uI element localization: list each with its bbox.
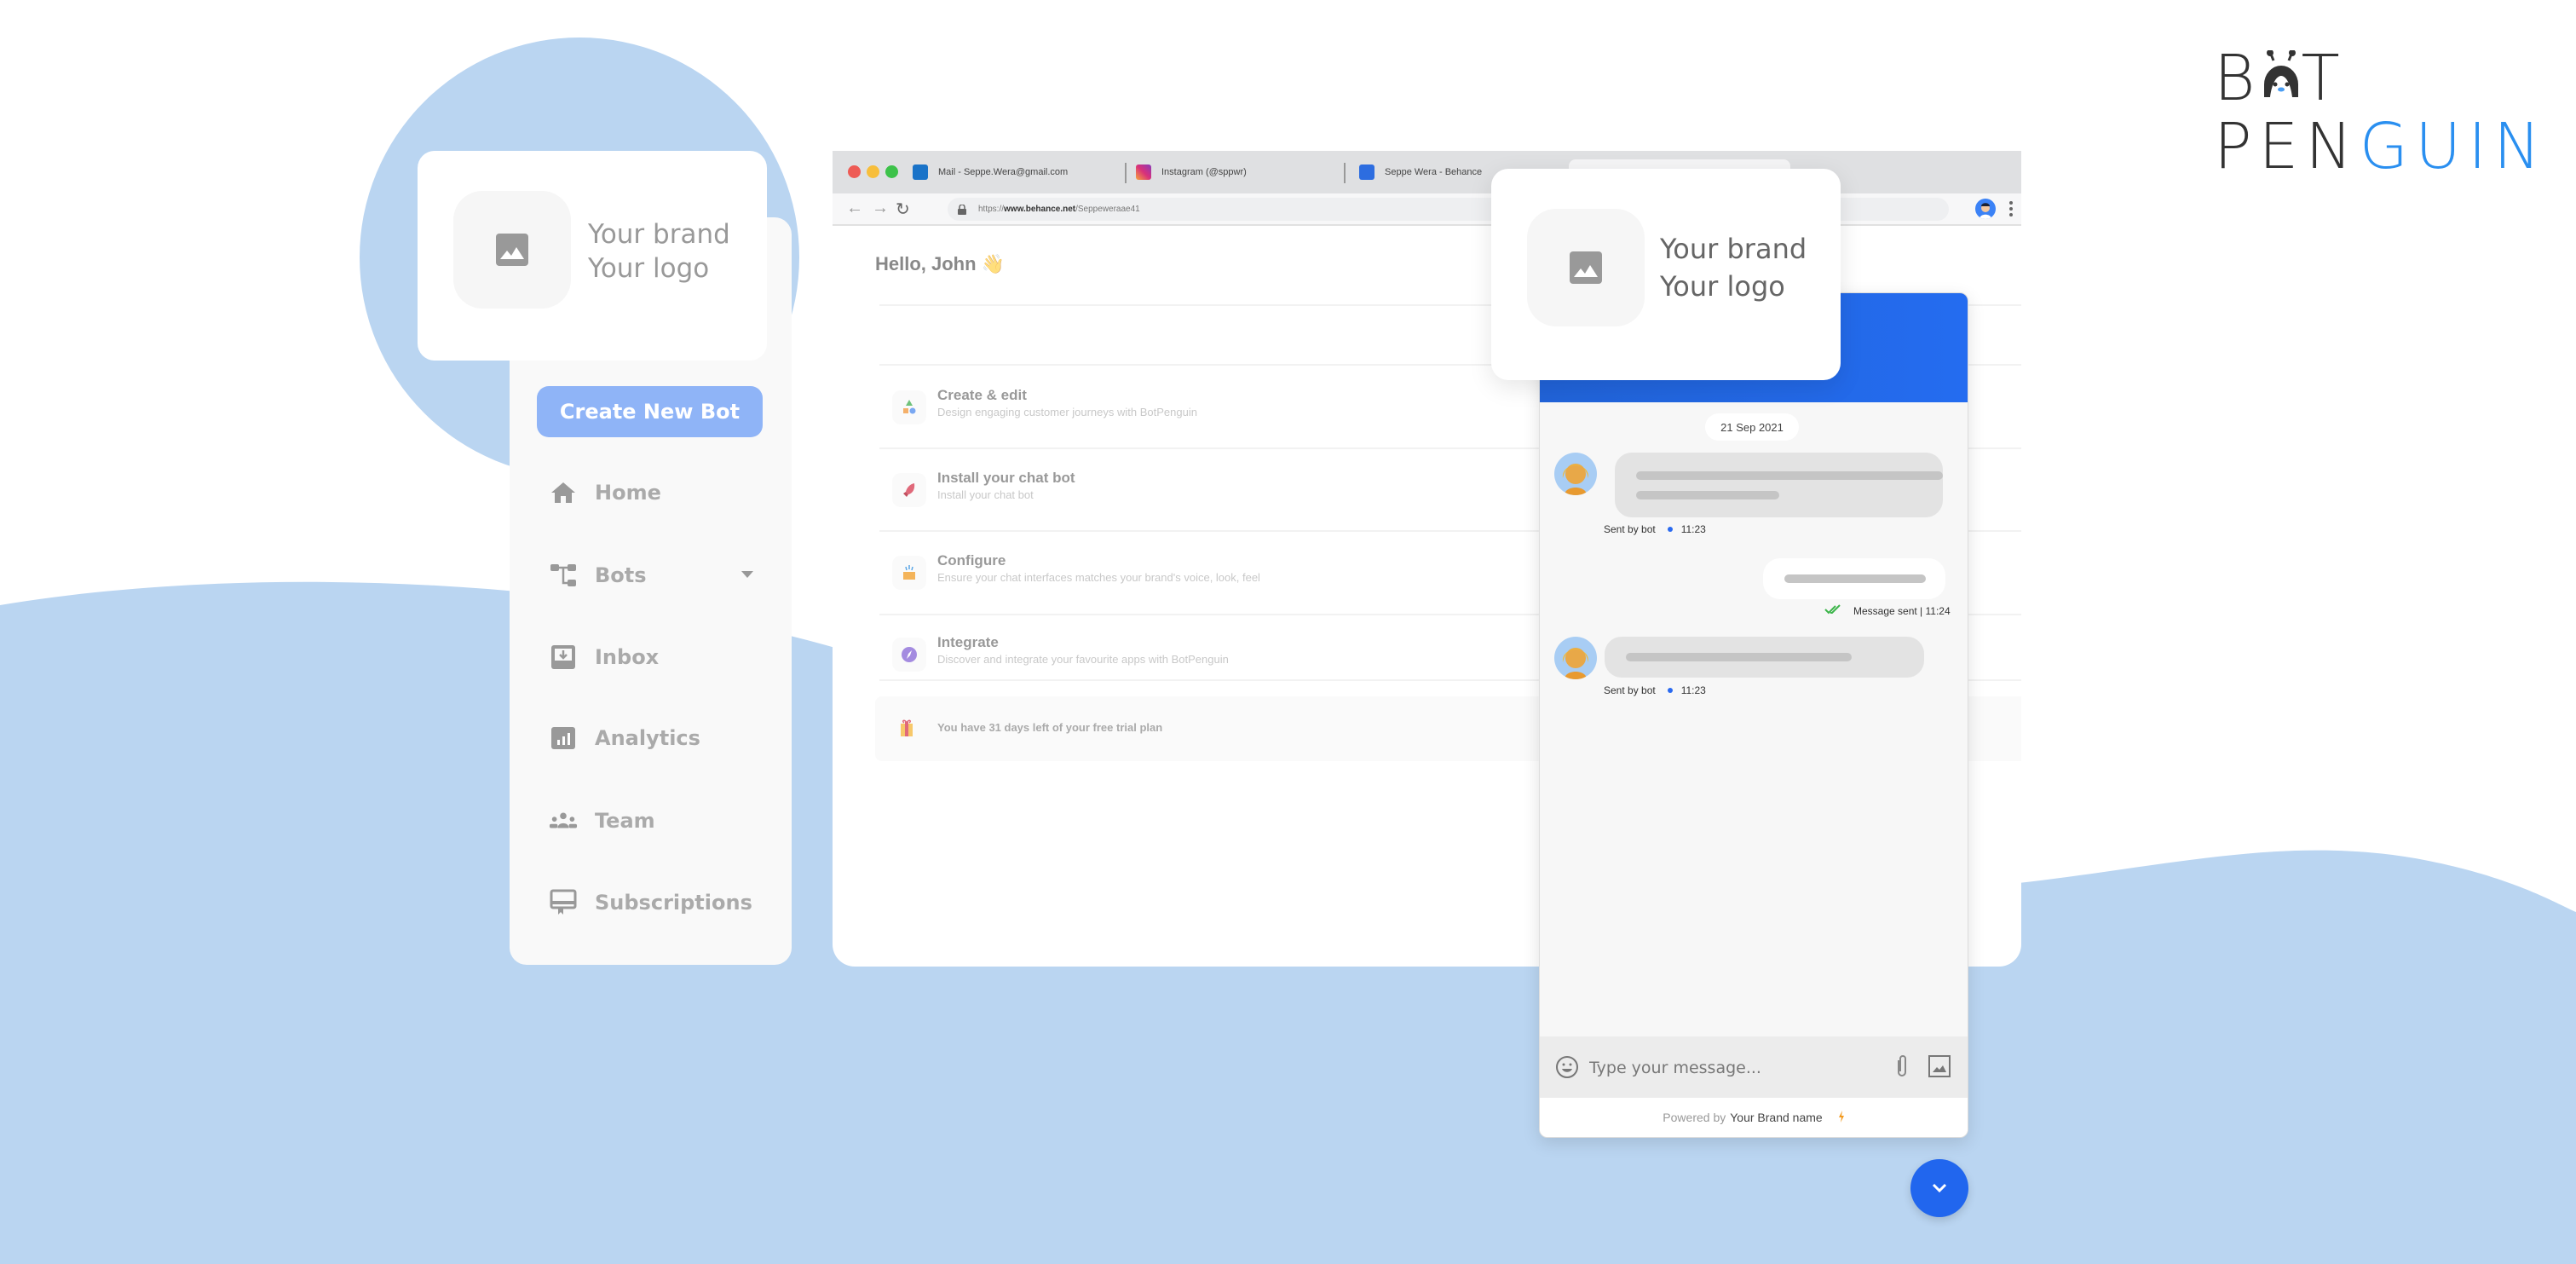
user-message-meta: Message sent | 11:24 <box>1824 604 1951 617</box>
browser-toolbar: ← → ↻ https://www.behance.net/Seppeweraa… <box>833 193 2021 226</box>
bot-message-bubble <box>1605 637 1924 678</box>
botpenguin-logo: B T PENGUIN <box>2214 42 2548 183</box>
powered-by-footer: Powered by Your Brand name <box>1540 1098 1968 1137</box>
chevron-down-icon[interactable] <box>741 571 753 578</box>
more-menu-icon[interactable] <box>2009 201 2013 216</box>
minimize-window-button[interactable] <box>867 165 879 178</box>
collapse-chat-button[interactable] <box>1910 1159 1968 1217</box>
sidebar-item-inbox[interactable]: Inbox <box>549 636 753 678</box>
sidebar-item-bots[interactable]: Bots <box>549 554 753 597</box>
sidebar-item-analytics[interactable]: Analytics <box>549 717 753 759</box>
gift-icon <box>894 715 919 741</box>
create-new-bot-button[interactable]: Create New Bot <box>537 386 763 437</box>
waving-hand-icon: 👋 <box>981 253 1006 274</box>
home-icon <box>549 478 578 507</box>
profile-avatar[interactable] <box>1975 199 1996 219</box>
outlook-icon <box>913 164 928 180</box>
subscriptions-icon <box>549 888 578 917</box>
bot-message-bubble <box>1615 453 1943 517</box>
chat-widget: 21 Sep 2021 Sent by bot 11:23 Message sen… <box>1539 292 1968 1138</box>
attachment-icon[interactable] <box>1894 1053 1910 1083</box>
bot-avatar <box>1554 453 1597 495</box>
bot-message-meta: Sent by bot 11:23 <box>1604 684 1706 696</box>
greeting: Hello, John 👋 <box>875 253 1006 274</box>
user-message-bubble <box>1763 558 1945 599</box>
brand-logo-text: Your logo <box>588 253 710 284</box>
instagram-icon <box>1136 164 1151 180</box>
logo-placeholder <box>453 191 571 309</box>
maximize-window-button[interactable] <box>885 165 898 178</box>
bot-message-meta: Sent by bot 11:23 <box>1604 523 1706 535</box>
date-separator: 21 Sep 2021 <box>1705 413 1799 441</box>
brand-logo-text: Your logo <box>1660 270 1785 303</box>
brand-name-text: Your brand <box>588 219 730 250</box>
close-window-button[interactable] <box>848 165 861 178</box>
inbox-icon <box>549 643 578 672</box>
forward-arrow-icon[interactable]: → <box>872 199 889 218</box>
team-icon <box>549 806 578 835</box>
tab-mail[interactable]: Mail - Seppe.Wera@gmail.com <box>913 161 1068 183</box>
penguin-head-icon <box>2262 46 2301 97</box>
back-arrow-icon[interactable]: ← <box>846 199 863 218</box>
image-icon <box>1570 251 1602 284</box>
analytics-icon <box>549 724 578 753</box>
logo-placeholder <box>1527 209 1645 326</box>
brand-card-right: Your brand Your logo <box>1491 169 1841 380</box>
bot-avatar <box>1554 637 1597 679</box>
brand-name-text: Your brand <box>1660 233 1807 265</box>
double-check-icon <box>1824 604 1841 617</box>
behance-icon <box>1359 164 1374 180</box>
box-icon <box>892 556 926 590</box>
sidebar-item-team[interactable]: Team <box>549 799 753 842</box>
reload-icon[interactable]: ↻ <box>896 199 910 220</box>
rocket-icon <box>892 473 926 507</box>
chevron-down-icon <box>1932 1183 1947 1193</box>
lightning-icon <box>1838 1110 1845 1125</box>
lock-icon <box>958 204 966 215</box>
message-input[interactable] <box>1588 1052 1864 1084</box>
image-upload-icon[interactable] <box>1928 1055 1951 1082</box>
emoji-icon[interactable] <box>1555 1055 1579 1083</box>
brand-card-left: Your brand Your logo <box>418 151 767 361</box>
compass-icon <box>892 638 926 672</box>
message-composer <box>1540 1036 1968 1098</box>
tab-behance[interactable]: Seppe Wera - Behance <box>1359 161 1482 183</box>
image-icon <box>496 234 528 266</box>
shapes-icon <box>892 390 926 424</box>
sidebar-item-subscriptions[interactable]: Subscriptions <box>549 881 753 924</box>
bots-flow-icon <box>549 561 578 590</box>
tab-instagram[interactable]: Instagram (@sppwr) <box>1136 161 1247 183</box>
sidebar-item-home[interactable]: Home <box>549 471 753 514</box>
tab-bar: Mail - Seppe.Wera@gmail.com Instagram (@… <box>833 151 2021 195</box>
